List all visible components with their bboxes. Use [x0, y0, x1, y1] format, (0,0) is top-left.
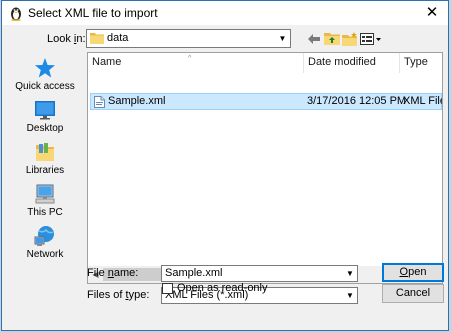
look-in-dropdown[interactable]: data ▼ — [86, 29, 291, 48]
files-of-type-label-pre: Files of — [87, 289, 126, 301]
folder-icon — [90, 33, 104, 44]
column-header-type[interactable]: Type — [400, 53, 442, 74]
file-name-combobox[interactable]: Sample.xml ▼ — [161, 265, 358, 282]
dialog-client-area: Look in: data ▼ Quick access Desktop Lib… — [2, 25, 448, 330]
view-menu-button[interactable] — [360, 29, 382, 48]
place-network[interactable]: Network — [10, 225, 80, 265]
place-label: Quick access — [15, 81, 75, 92]
file-type-cell: XML File — [403, 95, 443, 107]
read-only-label[interactable]: Open as read-only — [177, 282, 268, 294]
file-open-dialog: Select XML file to import ✕ Look in: dat… — [1, 0, 449, 331]
star-icon — [35, 58, 55, 78]
file-name-cell: Sample.xml — [108, 95, 166, 107]
read-only-checkbox[interactable] — [162, 283, 173, 294]
place-this-pc[interactable]: This PC — [10, 183, 80, 223]
files-of-type-label-post: ype: — [128, 289, 150, 301]
open-button[interactable]: Open — [382, 263, 444, 282]
place-label: Network — [26, 249, 64, 260]
file-name-label-pre: File — [87, 267, 108, 279]
penguin-app-icon — [11, 7, 21, 21]
close-icon: ✕ — [425, 4, 439, 21]
file-row[interactable]: Sample.xml 3/17/2016 12:05 PM XML File — [90, 93, 442, 110]
title-bar[interactable]: Select XML file to import ✕ — [2, 1, 448, 25]
place-label: Desktop — [26, 123, 64, 134]
sort-ascending-icon: ^ — [188, 55, 192, 62]
xml-file-icon — [94, 96, 105, 108]
look-in-label-pre: Look — [47, 33, 74, 45]
close-button[interactable]: ✕ — [416, 1, 448, 25]
chevron-down-icon: ▼ — [346, 291, 354, 300]
column-header-label: Date modified — [308, 56, 376, 68]
file-name-label-post: ame: — [113, 267, 139, 279]
computer-icon — [35, 184, 55, 204]
chevron-down-icon: ▼ — [278, 34, 287, 43]
network-icon — [34, 226, 54, 246]
up-folder-button[interactable] — [323, 29, 341, 48]
libraries-icon — [36, 143, 54, 161]
place-label: Libraries — [25, 165, 65, 176]
place-label: This PC — [27, 207, 63, 218]
back-arrow-icon — [308, 34, 320, 44]
file-name-label: File name: — [87, 267, 138, 279]
open-button-label: pen — [408, 266, 427, 278]
column-header-label: Type — [404, 56, 428, 68]
file-date-cell: 3/17/2016 12:05 PM — [307, 95, 407, 107]
place-libraries[interactable]: Libraries — [10, 141, 80, 181]
open-button-key: O — [399, 266, 409, 278]
cancel-button[interactable]: Cancel — [382, 284, 444, 303]
back-button[interactable] — [305, 29, 323, 48]
look-in-label-post: n: — [76, 33, 86, 45]
chevron-down-icon[interactable]: ▼ — [343, 266, 357, 281]
place-quick-access[interactable]: Quick access — [10, 57, 80, 97]
window-title: Select XML file to import — [28, 6, 158, 20]
look-in-value: data — [107, 32, 129, 44]
column-header-name[interactable]: Name ^ — [88, 53, 303, 74]
view-menu-icon — [360, 33, 381, 45]
new-folder-icon — [342, 32, 357, 46]
places-bar: Quick access Desktop Libraries This PC N… — [10, 52, 80, 277]
place-desktop[interactable]: Desktop — [10, 99, 80, 139]
column-header-label: Name — [92, 56, 122, 68]
new-folder-button[interactable] — [341, 29, 359, 48]
look-in-label: Look in: — [47, 33, 86, 45]
files-of-type-label: Files of type: — [87, 289, 149, 301]
up-folder-icon — [324, 33, 340, 45]
column-header-date[interactable]: Date modified — [304, 53, 399, 74]
desktop-icon — [35, 101, 55, 120]
file-list-view[interactable]: Name ^ Date modified Type Sample.xml 3/1… — [87, 52, 443, 284]
file-name-input[interactable]: Sample.xml — [165, 267, 222, 279]
